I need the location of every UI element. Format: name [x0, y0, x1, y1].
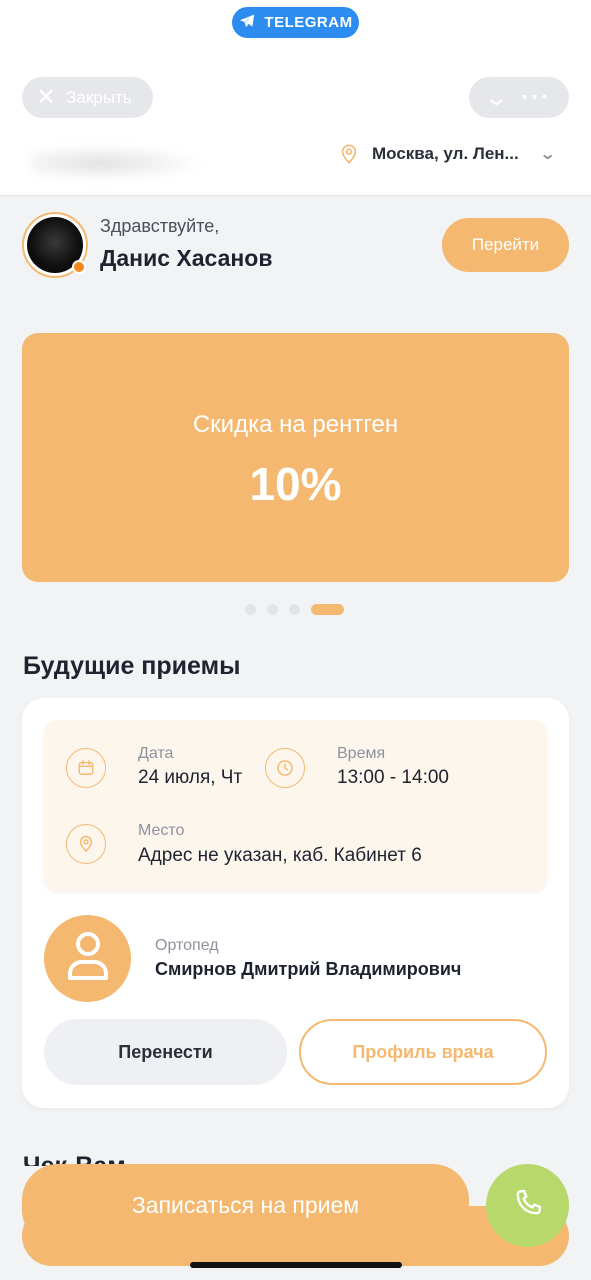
- status-dot: [72, 260, 86, 274]
- carousel-dot-active[interactable]: [311, 604, 344, 615]
- go-button[interactable]: Перейти: [442, 218, 569, 272]
- doctor-role: Ортопед: [155, 937, 219, 954]
- home-indicator: [190, 1262, 402, 1268]
- location-text: Москва, ул. Лен...: [372, 144, 519, 163]
- telegram-badge: TELEGRAM: [232, 7, 359, 38]
- book-appointment-button[interactable]: Записаться на прием: [22, 1164, 469, 1246]
- doctor-name[interactable]: Смирнов Дмитрий Владимирович: [155, 959, 461, 980]
- clock-icon: [265, 748, 305, 788]
- reschedule-button[interactable]: Перенести: [44, 1019, 287, 1085]
- appointment-info: Дата 24 июля, Чт Время 13:00 - 14:00 Мес…: [44, 720, 547, 891]
- time-value: 13:00 - 14:00: [337, 767, 449, 788]
- location-pin-icon: [66, 824, 106, 864]
- close-icon: ✕: [36, 83, 57, 111]
- greeting-text: Здравствуйте,: [100, 216, 220, 236]
- carousel-dot[interactable]: [289, 604, 300, 615]
- location-selector[interactable]: Москва, ул. Лен... ⌄: [338, 140, 557, 168]
- carousel-dot[interactable]: [245, 604, 256, 615]
- promo-banner[interactable]: Скидка на рентген 10%: [22, 333, 569, 582]
- doctor-profile-button[interactable]: Профиль врача: [299, 1019, 547, 1085]
- promo-title: Скидка на рентген: [192, 411, 399, 438]
- date-value: 24 июля, Чт: [138, 767, 243, 788]
- collapse-button[interactable]: ⌄: [483, 85, 509, 111]
- call-button[interactable]: [486, 1164, 569, 1247]
- clinic-logo: [30, 145, 205, 181]
- more-options-button[interactable]: ···: [521, 84, 551, 112]
- carousel-indicator: [245, 604, 344, 615]
- close-button[interactable]: ✕ Закрыть: [22, 77, 153, 118]
- telegram-badge-label: TELEGRAM: [264, 14, 353, 31]
- user-name: Данис Хасанов: [100, 245, 273, 271]
- calendar-icon: [66, 748, 106, 788]
- carousel-dot[interactable]: [267, 604, 278, 615]
- time-label: Время: [337, 745, 386, 762]
- place-value: Адрес не указан, каб. Кабинет 6: [138, 845, 422, 866]
- promo-value: 10%: [249, 458, 342, 510]
- menu-pill: ⌄ ···: [469, 77, 569, 118]
- close-label: Закрыть: [66, 87, 132, 107]
- user-avatar[interactable]: [22, 212, 88, 278]
- doctor-avatar[interactable]: [44, 915, 131, 1002]
- chevron-down-icon: ⌄: [538, 146, 557, 163]
- place-label: Место: [138, 822, 185, 839]
- user-icon: [65, 930, 111, 987]
- phone-icon: [511, 1186, 545, 1225]
- location-pin-icon: [338, 143, 360, 165]
- section-title: Будущие приемы: [23, 652, 241, 680]
- telegram-header: TELEGRAM ✕ Закрыть ⌄ ··· Москва, ул. Лен…: [0, 0, 591, 196]
- telegram-icon: [238, 12, 256, 34]
- date-label: Дата: [138, 745, 174, 762]
- appointment-card: Дата 24 июля, Чт Время 13:00 - 14:00 Мес…: [22, 698, 569, 1108]
